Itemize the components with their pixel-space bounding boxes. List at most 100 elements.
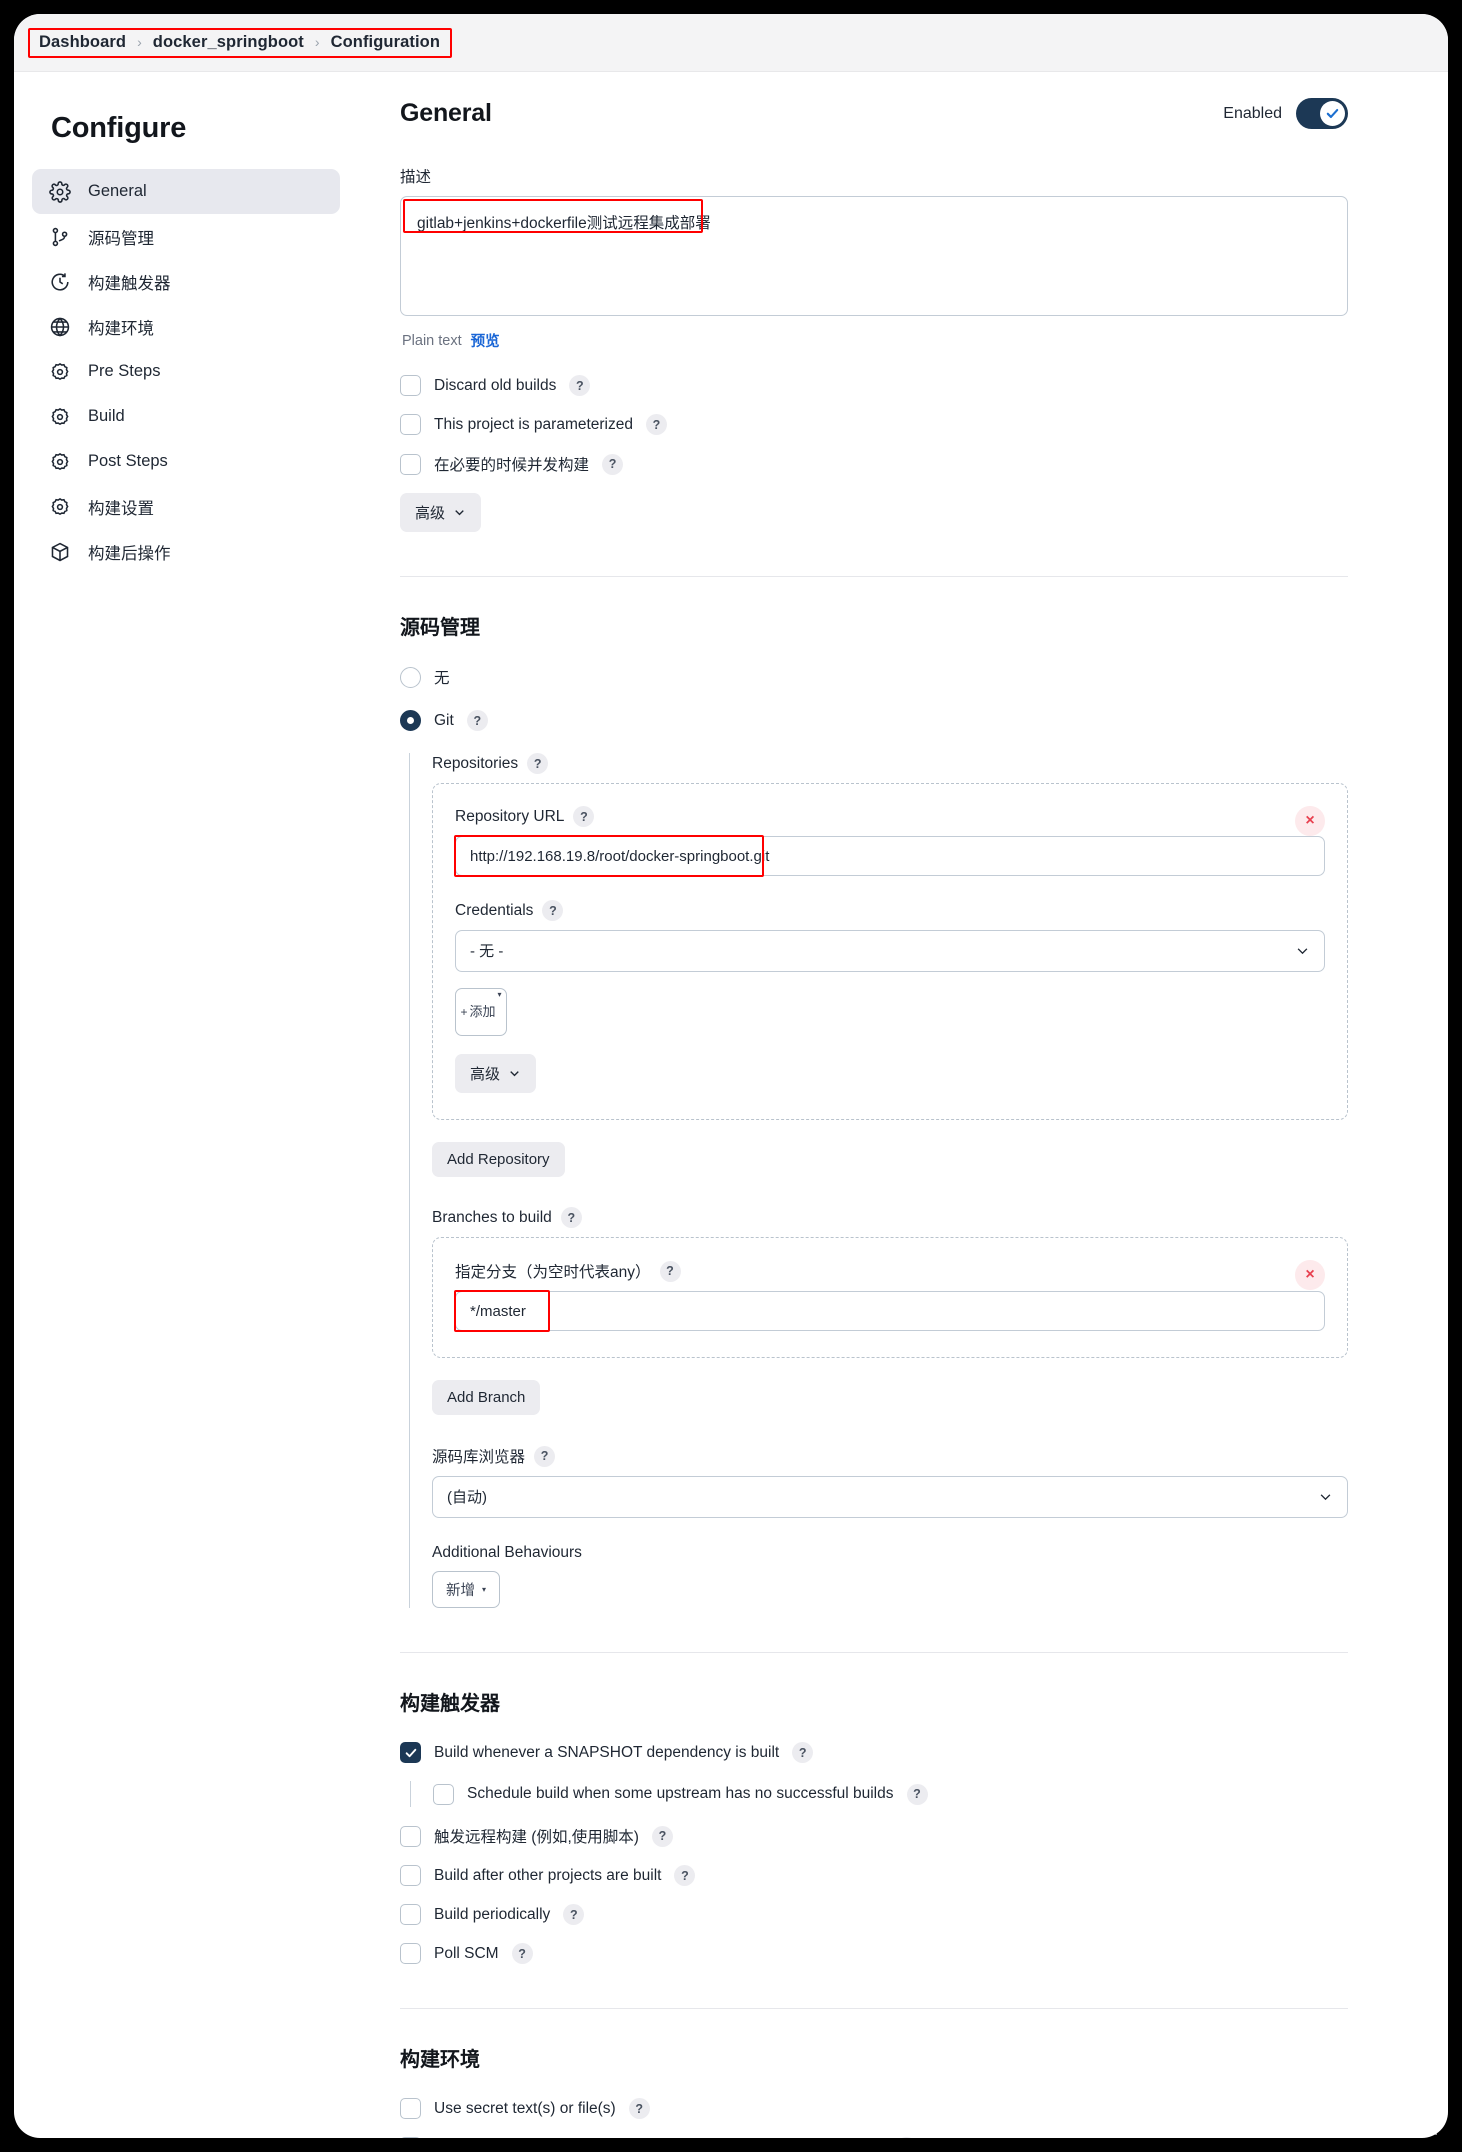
help-icon[interactable]: ? [906,1783,928,1805]
source-browser-select[interactable]: (自动) [432,1476,1348,1518]
ssh-before-build-checkbox[interactable] [400,2137,421,2138]
trigger-remote-build-checkbox[interactable] [400,1825,421,1847]
trigger-row-periodically: Build periodically ? [400,1904,1348,1925]
help-icon[interactable]: ? [466,710,488,731]
divider [400,1652,1348,1653]
description-format-row: Plain text 预览 [402,330,1348,351]
branch-spec-label: 指定分支（为空时代表any） [455,1264,651,1281]
concurrent-build-checkbox[interactable] [400,453,421,475]
add-behaviour-label: 新增 [446,1583,475,1599]
sidebar-item-general[interactable]: General [32,169,340,214]
description-textarea[interactable]: gitlab+jenkins+dockerfile测试远程集成部署 [400,196,1348,316]
add-repository-button[interactable]: Add Repository [432,1142,565,1177]
branch-entry: 指定分支（为空时代表any） ? × [432,1237,1348,1358]
gear-icon [49,406,71,428]
snapshot-dependency-checkbox[interactable] [400,1742,421,1763]
breadcrumb-item-configuration[interactable]: Configuration [331,33,440,52]
schedule-upstream-checkbox[interactable] [433,1783,454,1805]
checkbox-label: Use secret text(s) or file(s) [434,2099,616,2117]
breadcrumb-item-dashboard[interactable]: Dashboard [39,33,126,52]
help-icon[interactable]: ? [651,1825,673,1847]
help-icon[interactable]: ? [563,1904,585,1925]
source-browser-label: 源码库浏览器 [432,1449,526,1466]
repositories-label: Repositories [432,754,519,772]
repository-url-label: Repository URL [455,807,565,825]
section-title-scm: 源码管理 [400,617,480,639]
caret-down-icon: ▾ [482,1585,487,1594]
chevron-right-icon: › [137,34,142,50]
help-icon[interactable]: ? [628,2098,650,2119]
help-icon[interactable]: ? [527,753,549,774]
help-icon[interactable]: ? [646,414,667,435]
trigger-row-schedule-upstream: Schedule build when some upstream has no… [410,1781,1348,1807]
credentials-label: Credentials [455,901,534,919]
sidebar-item-build-triggers[interactable]: 构建触发器 [32,259,340,304]
help-icon[interactable]: ? [792,1742,814,1763]
enabled-label: Enabled [1223,104,1282,122]
sidebar-item-build-environment[interactable]: 构建环境 [32,304,340,349]
checkbox-row-discard-old-builds: Discard old builds ? [400,375,1348,396]
toggle-knob [1320,101,1345,126]
section-title-triggers: 构建触发器 [400,1693,500,1715]
source-browser-select-holder: (自动) [432,1476,1348,1518]
enabled-toggle-group: Enabled [1223,98,1348,129]
breadcrumb-bar: Dashboard › docker_springboot › Configur… [14,14,1448,72]
description-holder: gitlab+jenkins+dockerfile测试远程集成部署 [400,196,1348,321]
additional-behaviours-label: Additional Behaviours [432,1544,582,1561]
enabled-toggle[interactable] [1296,98,1348,129]
delete-branch-icon[interactable]: × [1295,1260,1325,1290]
chevron-down-icon [455,510,464,516]
help-icon[interactable]: ? [602,453,624,475]
sidebar-item-post-steps[interactable]: Post Steps [32,439,340,484]
general-header: General Enabled [400,98,1348,129]
help-icon[interactable]: ? [659,1260,681,1282]
add-credentials-button[interactable]: + 添加 ▾ [455,988,507,1036]
breadcrumb-item-job[interactable]: docker_springboot [153,33,304,52]
scm-none-radio[interactable] [400,666,421,688]
sidebar-item-build[interactable]: Build [32,394,340,439]
credentials-select[interactable]: - 无 - [455,930,1325,972]
sidebar-item-scm[interactable]: 源码管理 [32,214,340,259]
repository-url-input[interactable] [455,836,1325,876]
branch-spec-label-row: 指定分支（为空时代表any） ? [455,1260,1295,1282]
credentials-label-row: Credentials ? [455,900,1325,921]
add-behaviour-button[interactable]: 新增 ▾ [432,1571,501,1608]
additional-behaviours-label-row: Additional Behaviours [432,1544,1348,1562]
help-icon[interactable]: ? [511,1943,533,1964]
sidebar-item-post-build-actions[interactable]: 构建后操作 [32,529,340,574]
sidebar-item-pre-steps[interactable]: Pre Steps [32,349,340,394]
help-icon[interactable]: ? [569,375,591,396]
git-config-block: Repositories ? Repository URL ? × http:/… [409,753,1348,1608]
help-icon[interactable]: ? [560,1207,582,1228]
parameterized-checkbox[interactable] [400,414,421,435]
repository-advanced-button[interactable]: 高级 [455,1054,537,1093]
general-advanced-button[interactable]: 高级 [400,493,482,532]
sidebar-item-build-settings[interactable]: 构建设置 [32,484,340,529]
help-icon[interactable]: ? [895,2137,917,2138]
use-secret-text-checkbox[interactable] [400,2098,421,2119]
add-branch-button[interactable]: Add Branch [432,1380,541,1415]
sidebar-item-label: General [88,182,147,200]
trigger-row-poll-scm: Poll SCM ? [400,1943,1348,1964]
build-after-other-projects-checkbox[interactable] [400,1865,421,1886]
scm-git-radio[interactable] [400,710,421,731]
checkbox-label: Poll SCM [434,1944,499,1962]
help-icon[interactable]: ? [534,1445,556,1467]
discard-old-builds-checkbox[interactable] [400,375,421,396]
poll-scm-checkbox[interactable] [400,1943,421,1964]
branches-label-row: Branches to build ? [432,1207,1348,1228]
checkbox-label: 触发远程构建 (例如,使用脚本) [434,1829,639,1846]
help-icon[interactable]: ? [573,806,595,827]
branch-spec-input[interactable] [455,1291,1325,1331]
delete-repository-icon[interactable]: × [1295,806,1325,836]
build-periodically-checkbox[interactable] [400,1904,421,1925]
branch-spec-holder [454,1290,1325,1332]
radio-label: 无 [434,670,450,687]
help-icon[interactable]: ? [674,1865,696,1886]
screen-root: Dashboard › docker_springboot › Configur… [0,0,1462,2152]
preview-link[interactable]: 预览 [471,330,500,351]
help-icon[interactable]: ? [542,900,564,921]
breadcrumb: Dashboard › docker_springboot › Configur… [28,27,453,58]
page-body: Configure General 源码管理 构建触发器 构建环境 Pre St… [14,72,1448,2138]
globe-icon [49,316,71,338]
